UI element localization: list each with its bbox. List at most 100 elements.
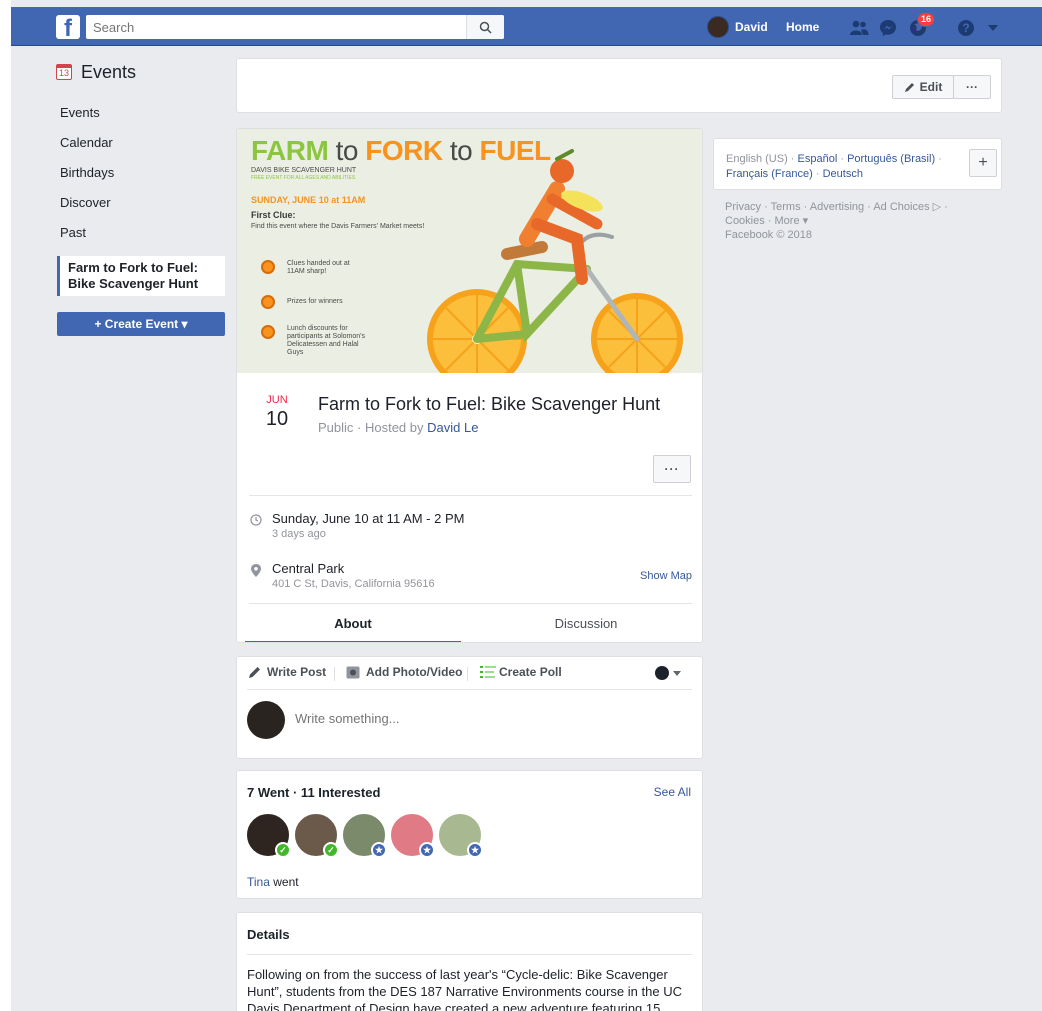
guest-avatar[interactable]: ★ (437, 812, 483, 858)
nav-home-link[interactable]: Home (786, 20, 819, 34)
orange-slice-icon (261, 260, 275, 274)
see-all-link[interactable]: See All (654, 785, 691, 799)
facebook-logo[interactable]: f (56, 15, 80, 39)
sidebar-header: 13 Events (56, 58, 226, 86)
event-time-relative: 3 days ago (272, 528, 326, 540)
divider (334, 667, 335, 681)
help-icon[interactable]: ? (956, 19, 976, 37)
cover-bullet: Lunch discounts for participants at Solo… (261, 325, 371, 357)
guest-avatar[interactable]: ★ (341, 812, 387, 858)
notifications-globe-icon[interactable]: 16 (908, 12, 936, 37)
guest-avatar[interactable]: ✓ (293, 812, 339, 858)
check-icon: ✓ (323, 842, 339, 858)
event-meta: Public · Hosted by David Le (318, 420, 478, 435)
cover-bullet: Prizes for winners (261, 295, 381, 309)
sidebar-title: Events (81, 61, 137, 82)
left-sidebar: 13 Events Events Calendar Birthdays Disc… (56, 58, 226, 336)
event-time-row: Sunday, June 10 at 11 AM - 2 PM 3 days a… (249, 511, 692, 551)
write-post-button[interactable]: Write Post (248, 665, 326, 679)
language-card: English (US) · Español · Português (Bras… (713, 138, 1002, 190)
search-button[interactable] (466, 15, 504, 39)
footer-links: Privacy · Terms · Advertising · Ad Choic… (725, 200, 995, 242)
cover-bullet: Clues handed out at 11AM sharp! (261, 260, 351, 276)
event-location-row: Central Park 401 C St, Davis, California… (249, 561, 692, 601)
event-location-name[interactable]: Central Park (272, 561, 344, 576)
add-language-button[interactable]: + (969, 149, 997, 177)
recent-guest-activity: Tina went (247, 875, 299, 889)
sidebar-item-calendar[interactable]: Calendar (56, 128, 226, 158)
cover-subtitle-2: FREE EVENT FOR ALL AGES AND ABILITIES (251, 175, 356, 181)
calendar-icon: 13 (56, 64, 72, 80)
star-icon: ★ (467, 842, 483, 858)
sidebar-item-discover[interactable]: Discover (56, 188, 226, 218)
sidebar-item-selected-event[interactable]: Farm to Fork to Fuel: Bike Scavenger Hun… (57, 256, 225, 296)
current-language: English (US) · (726, 153, 798, 165)
post-composer: Write Post Add Photo/Video Create Poll (236, 656, 703, 759)
nav-user-name: David (735, 20, 768, 34)
sidebar-list: Events Calendar Birthdays Discover Past (56, 98, 226, 248)
guest-name-link[interactable]: Tina (247, 875, 270, 889)
avatar (247, 701, 285, 739)
footer-line[interactable]: Privacy · Terms · Advertising · Ad Choic… (725, 200, 995, 214)
location-pin-icon (249, 563, 263, 577)
create-poll-button[interactable]: Create Poll (480, 665, 562, 679)
tab-discussion[interactable]: Discussion (478, 604, 694, 642)
divider (467, 667, 468, 681)
event-time[interactable]: Sunday, June 10 at 11 AM - 2 PM (272, 511, 464, 526)
language-list: English (US) · Español · Português (Bras… (726, 153, 942, 180)
create-event-button[interactable]: + Create Event ▾ (57, 312, 225, 336)
edit-button[interactable]: Edit (892, 75, 954, 99)
messenger-icon[interactable] (878, 19, 898, 37)
language-link[interactable]: Deutsch (823, 168, 863, 180)
sidebar-item-birthdays[interactable]: Birthdays (56, 158, 226, 188)
divider (249, 495, 692, 496)
guest-count-title[interactable]: 7 Went · 11 Interested (247, 785, 380, 800)
notification-count-badge: 16 (917, 12, 936, 27)
camera-icon (346, 666, 360, 678)
language-link[interactable]: Français (France) (726, 168, 813, 180)
footer-line[interactable]: Cookies · More ▾ (725, 214, 995, 228)
details-card: Details Following on from the success of… (236, 912, 703, 1011)
svg-text:?: ? (962, 21, 969, 35)
write-something-input[interactable] (295, 711, 675, 726)
tab-about[interactable]: About (245, 604, 461, 642)
post-as-selector[interactable] (655, 666, 681, 680)
nav-profile-link[interactable]: David (707, 15, 768, 39)
sidebar-item-events[interactable]: Events (56, 98, 226, 128)
cover-date: SUNDAY, JUNE 10 at 11AM (251, 195, 366, 205)
event-cover-photo[interactable]: FARM to FORK to FUEL DAVIS BIKE SCAVENGE… (237, 129, 702, 373)
show-map-link[interactable]: Show Map (640, 570, 692, 582)
event-date-block: JUN 10 (257, 394, 297, 431)
clock-icon (249, 513, 263, 527)
guest-avatar[interactable]: ★ (389, 812, 435, 858)
account-menu-arrow-icon[interactable] (983, 19, 1003, 37)
search-box (86, 15, 504, 39)
search-input[interactable] (86, 15, 466, 39)
details-description: Following on from the success of last ye… (247, 967, 682, 1011)
sidebar-item-past[interactable]: Past (56, 218, 226, 248)
host-link[interactable]: David Le (427, 420, 478, 435)
search-icon (479, 21, 492, 34)
divider (247, 689, 692, 690)
orange-slice-icon (261, 325, 275, 339)
language-link[interactable]: Português (Brasil) (847, 153, 935, 165)
pencil-icon (249, 666, 260, 678)
event-title: Farm to Fork to Fuel: Bike Scavenger Hun… (318, 394, 661, 414)
event-month: JUN (266, 394, 288, 406)
add-photo-video-button[interactable]: Add Photo/Video (346, 665, 462, 679)
avatar (707, 16, 729, 38)
cover-clue-title: First Clue: (251, 210, 296, 220)
event-more-button[interactable]: ··· (653, 455, 691, 483)
check-icon: ✓ (275, 842, 291, 858)
poll-icon (480, 666, 496, 678)
language-link[interactable]: Español (798, 153, 838, 165)
guest-avatar[interactable]: ✓ (245, 812, 291, 858)
details-title: Details (247, 927, 290, 942)
event-card: FARM to FORK to FUEL DAVIS BIKE SCAVENGE… (236, 128, 703, 643)
more-options-button[interactable]: ··· (953, 75, 991, 99)
guest-list-card: 7 Went · 11 Interested See All ✓ ✓ ★ ★ ★… (236, 770, 703, 899)
friend-requests-icon[interactable] (849, 19, 869, 37)
copyright: Facebook © 2018 (725, 229, 812, 241)
cover-subtitle: DAVIS BIKE SCAVENGER HUNT (251, 167, 357, 174)
event-action-bar: Edit ··· (236, 58, 1002, 113)
